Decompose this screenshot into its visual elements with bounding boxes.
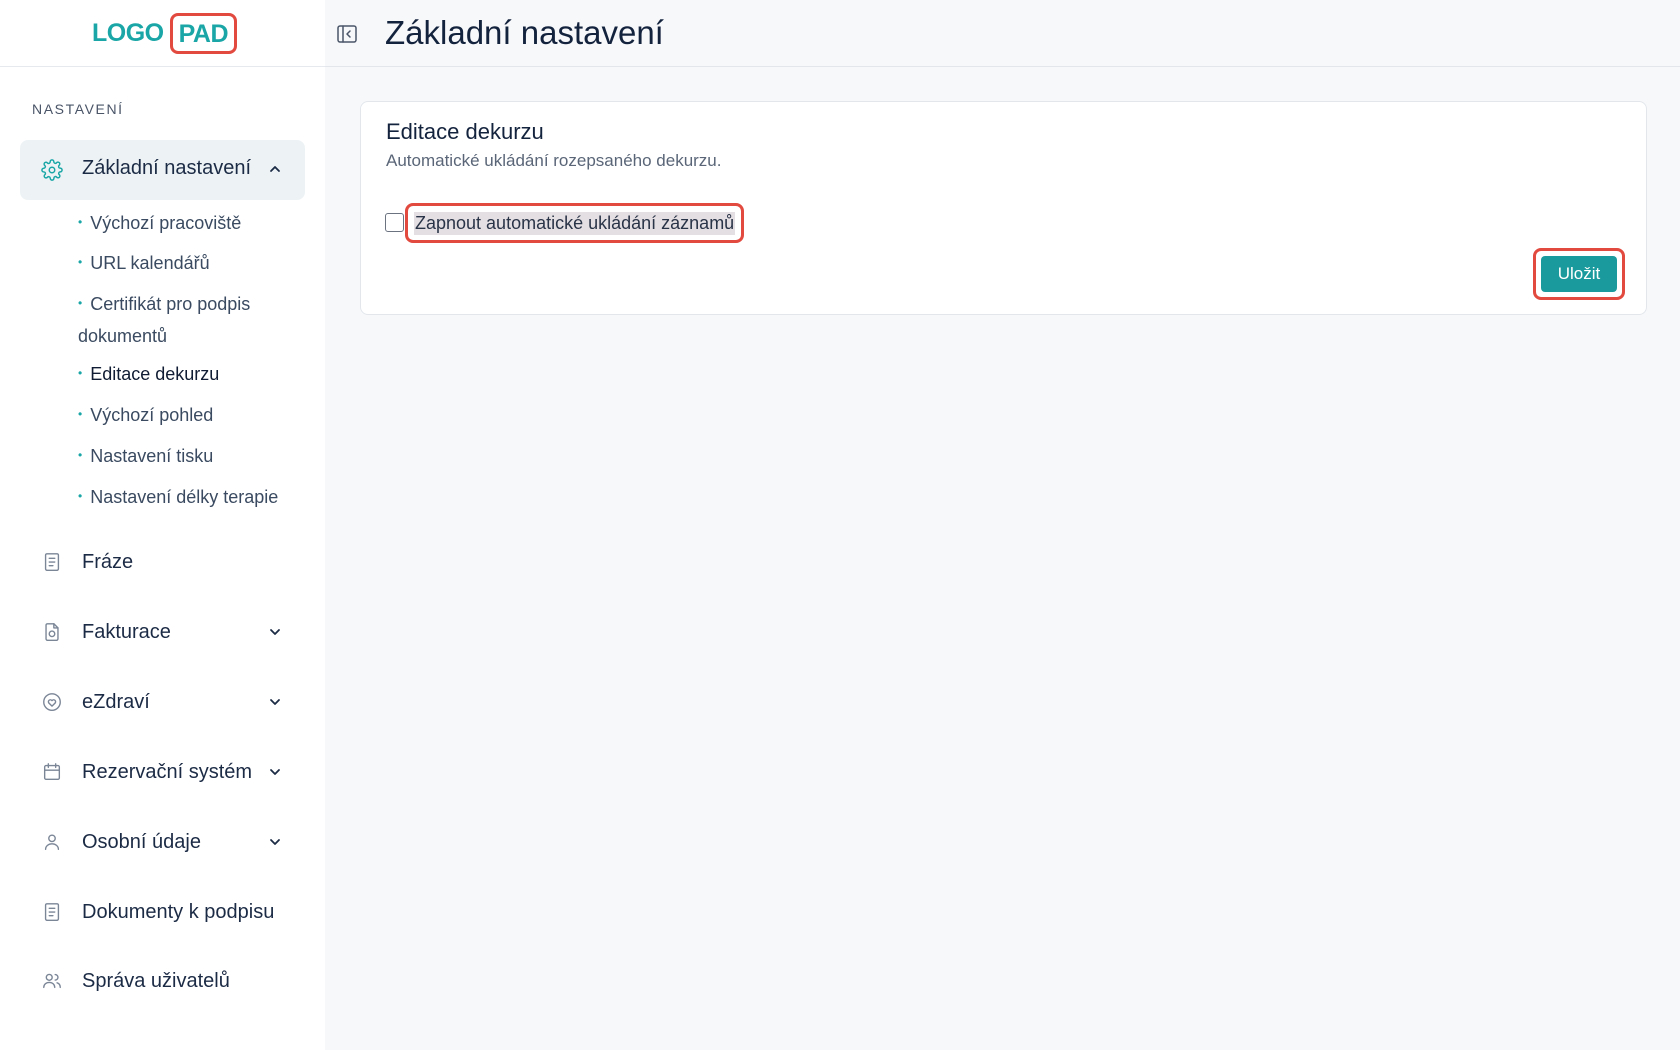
sidebar-subitem-default-workplace[interactable]: • Výchozí pracoviště bbox=[78, 208, 308, 240]
chevron-up-icon bbox=[270, 166, 280, 172]
bullet-dot: • bbox=[78, 366, 83, 380]
bullet-dot: • bbox=[78, 407, 83, 421]
calendar-icon bbox=[43, 763, 61, 781]
sidebar-subitem-calendar-urls[interactable]: • URL kalendářů bbox=[78, 248, 308, 280]
sidebar-item-label: eZdraví bbox=[82, 691, 150, 713]
bullet-dot: • bbox=[78, 448, 83, 462]
autosave-checkbox[interactable] bbox=[385, 213, 404, 232]
users-icon bbox=[43, 973, 61, 989]
sidebar-subitem-signing-certificate[interactable]: • Certifikát pro podpis dokumentů bbox=[78, 289, 288, 351]
autosave-checkbox-label-highlight[interactable]: Zapnout automatické ukládání záznamů bbox=[405, 203, 745, 243]
record-editing-card: Editace dekurzu Automatické ukládání roz… bbox=[360, 101, 1647, 315]
sidebar-item-label: Rezervační systém bbox=[82, 761, 253, 783]
save-button-highlight: Uložit bbox=[1533, 248, 1625, 300]
card-title: Editace dekurzu bbox=[386, 119, 544, 144]
bullet-dot: • bbox=[78, 215, 83, 229]
bullet-dot: • bbox=[78, 255, 83, 269]
bullet-dot: • bbox=[78, 296, 83, 310]
sidebar-item-label: Fráze bbox=[82, 551, 134, 573]
sidebar-item-label: Dokumenty k podpisu bbox=[82, 901, 275, 923]
sidebar-item-user-management[interactable]: Správa uživatelů bbox=[20, 959, 305, 1003]
sidebar-item-label: Správa uživatelů bbox=[82, 970, 230, 992]
sidebar-item-documents-to-sign[interactable]: Dokumenty k podpisu bbox=[20, 890, 305, 934]
bullet-dot: • bbox=[78, 489, 83, 503]
logo-area: LOGO PAD bbox=[0, 0, 325, 67]
gear-icon bbox=[41, 159, 63, 181]
save-button[interactable]: Uložit bbox=[1541, 256, 1617, 292]
document-icon bbox=[44, 553, 60, 571]
top-bar: Základní nastavení bbox=[325, 0, 1680, 67]
chevron-down-icon bbox=[270, 769, 280, 775]
chevron-down-icon bbox=[270, 839, 280, 845]
sidebar-item-reservation-system[interactable]: Rezervační systém bbox=[20, 750, 305, 794]
sidebar-subitem-therapy-length[interactable]: • Nastavení délky terapie bbox=[78, 482, 308, 514]
sidebar: LOGO PAD NASTAVENÍ Základní nastavení • V… bbox=[0, 0, 325, 1050]
autosave-checkbox-label[interactable]: Zapnout automatické ukládání záznamů bbox=[414, 211, 736, 235]
logo-text-secondary: PAD bbox=[169, 13, 238, 54]
invoice-icon bbox=[45, 623, 59, 641]
sidebar-item-basic-settings[interactable]: Základní nastavení bbox=[20, 140, 305, 200]
logo-text-primary: LOGO bbox=[92, 19, 164, 47]
sidebar-section-label: NASTAVENÍ bbox=[32, 101, 124, 117]
logo[interactable]: LOGO PAD bbox=[92, 13, 238, 54]
chevron-down-icon bbox=[270, 699, 280, 705]
sidebar-subitem-record-editing[interactable]: • Editace dekurzu bbox=[78, 359, 308, 391]
sidebar-subitem-print-settings[interactable]: • Nastavení tisku bbox=[78, 441, 308, 473]
sidebar-toggle-icon[interactable] bbox=[335, 22, 359, 46]
chevron-down-icon bbox=[270, 629, 280, 635]
sidebar-subitem-default-view[interactable]: • Výchozí pohled bbox=[78, 400, 308, 432]
document-icon bbox=[44, 903, 60, 921]
sidebar-item-label: Základní nastavení bbox=[82, 157, 251, 179]
sidebar-item-ezdravi[interactable]: eZdraví bbox=[20, 680, 305, 724]
sidebar-item-label: Osobní údaje bbox=[82, 831, 201, 853]
sidebar-item-phrases[interactable]: Fráze bbox=[20, 540, 305, 584]
heart-icon bbox=[43, 693, 61, 711]
user-icon bbox=[44, 834, 60, 851]
page-title: Základní nastavení bbox=[385, 14, 664, 51]
sidebar-item-invoicing[interactable]: Fakturace bbox=[20, 610, 305, 654]
sidebar-item-label: Fakturace bbox=[82, 621, 171, 643]
sidebar-item-personal-data[interactable]: Osobní údaje bbox=[20, 820, 305, 864]
card-description: Automatické ukládání rozepsaného dekurzu… bbox=[386, 151, 722, 170]
